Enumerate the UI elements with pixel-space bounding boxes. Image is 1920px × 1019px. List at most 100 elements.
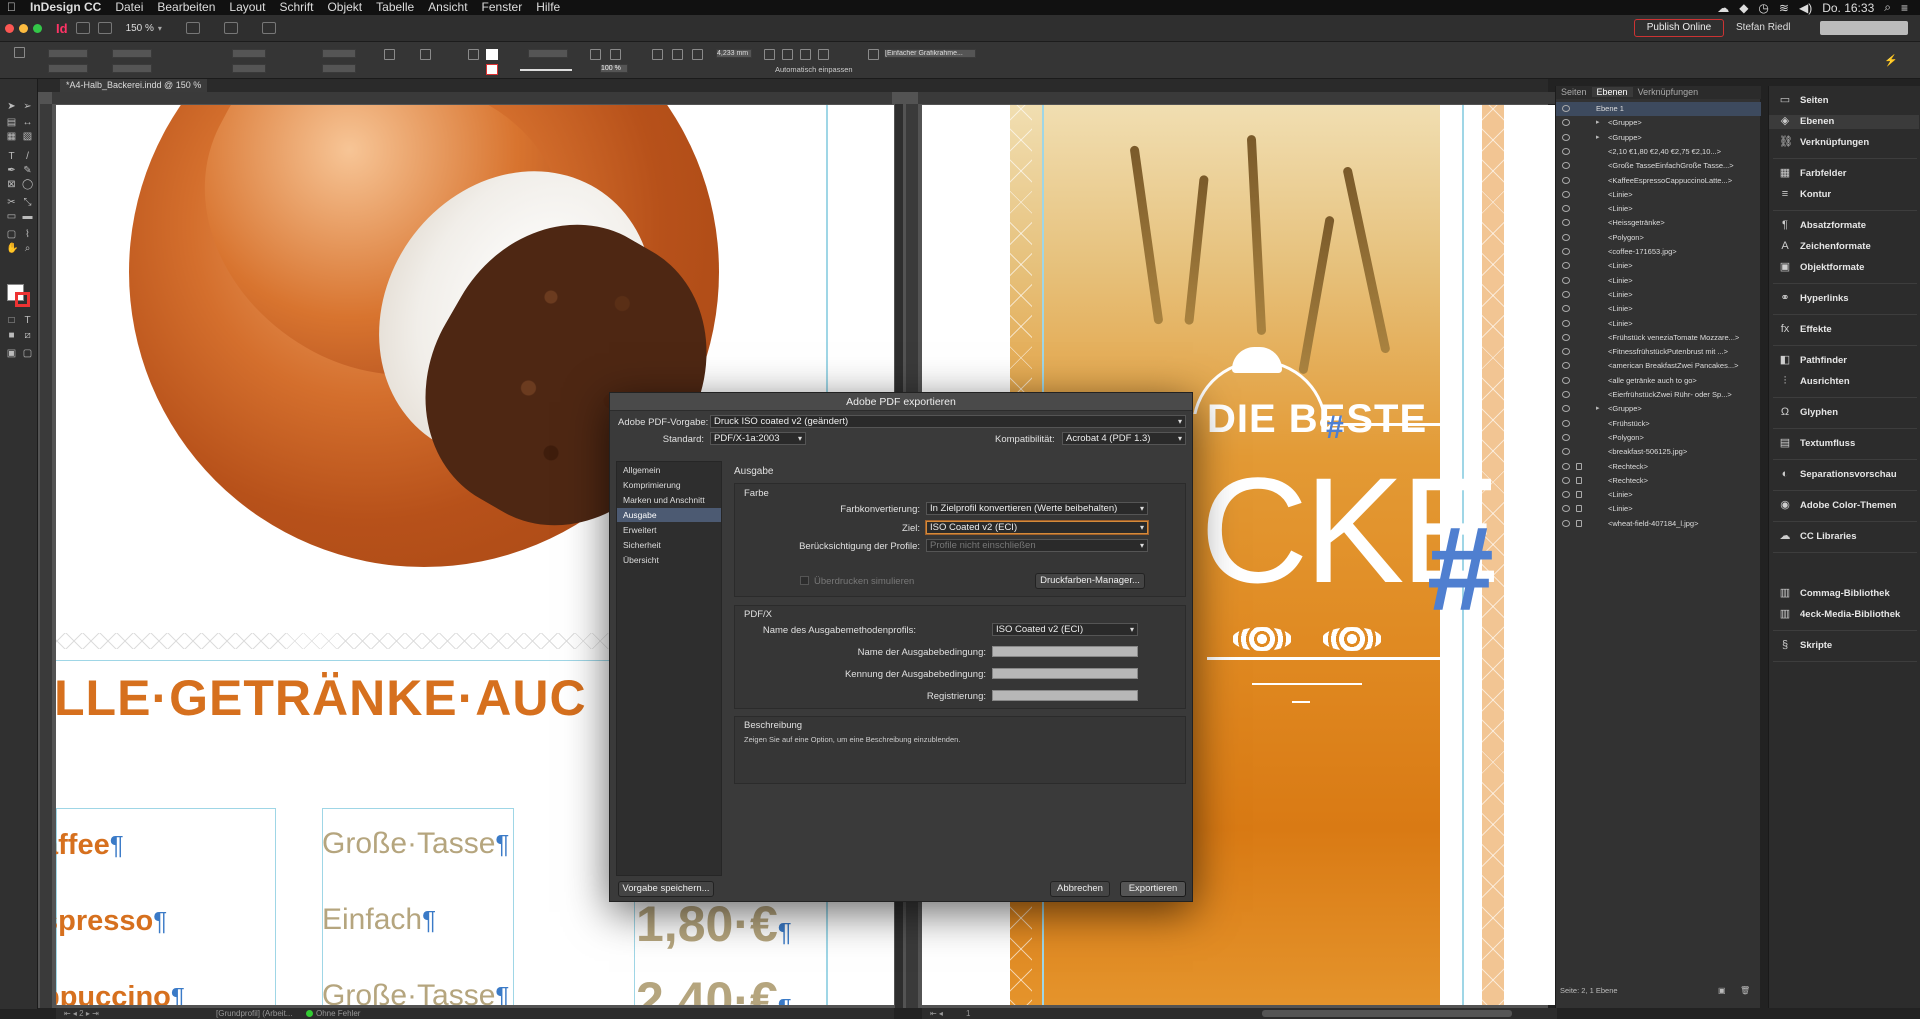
visibility-eye-icon[interactable] <box>1562 448 1570 456</box>
ink-manager-button[interactable]: Druckfarben-Manager... <box>1035 573 1145 589</box>
layer-item-row[interactable]: ▸ <Gruppe> <box>1556 402 1761 416</box>
preset-select[interactable]: Druck ISO coated v2 (geändert) <box>710 415 1186 428</box>
size-item-3[interactable]: Große·Tasse¶ <box>322 979 509 1005</box>
compat-select[interactable]: Acrobat 4 (PDF 1.3) <box>1062 432 1186 445</box>
panel-absatzformate[interactable]: ¶ Absatzformate <box>1779 219 1866 233</box>
size-item-2[interactable]: Einfach¶ <box>322 903 436 937</box>
view-mode-icon[interactable]: ▣ <box>6 348 17 359</box>
export-button[interactable]: Exportieren <box>1120 881 1186 897</box>
page-nav-icons-right[interactable]: ⇤ ◂ <box>930 1008 943 1019</box>
scale-x-field[interactable] <box>232 49 266 58</box>
visibility-eye-icon[interactable] <box>1562 505 1570 513</box>
notification-icon[interactable]: ≡ <box>1901 1 1908 15</box>
visibility-eye-icon[interactable] <box>1562 305 1570 313</box>
panel-verknüpfungen[interactable]: ⛓ Verknüpfungen <box>1779 136 1869 150</box>
opacity-field[interactable]: 100 % <box>600 64 628 73</box>
visibility-eye-icon[interactable] <box>1562 519 1570 527</box>
expand-triangle-icon[interactable]: ▸ <box>1596 402 1600 416</box>
visibility-eye-icon[interactable] <box>1562 190 1570 198</box>
panel-4eck-media-bibliothek[interactable]: ▥ 4eck-Media-Bibliothek <box>1779 608 1901 622</box>
expand-triangle-icon[interactable]: ▸ <box>1596 116 1600 130</box>
panel-textumfluss[interactable]: ▤ Textumfluss <box>1779 437 1855 451</box>
menu-item-1[interactable]: affee¶ <box>56 829 124 862</box>
pencil-tool-icon[interactable]: ✎ <box>22 165 33 176</box>
standard-select[interactable]: PDF/X-1a:2003 <box>710 432 806 445</box>
panel-adobe-color-themen[interactable]: ◉ Adobe Color-Themen <box>1779 499 1896 513</box>
align-icon-3[interactable] <box>800 49 811 60</box>
lock-icon[interactable] <box>1576 505 1582 513</box>
page-number-right[interactable]: 1 <box>966 1008 970 1019</box>
visibility-eye-icon[interactable] <box>1562 333 1570 341</box>
stroke-mm-field[interactable]: 4,233 mm <box>716 49 752 58</box>
layer-item-row[interactable]: <Linie> <box>1556 188 1761 202</box>
menu-schrift[interactable]: Schrift <box>272 0 320 15</box>
x-field[interactable] <box>48 49 88 58</box>
scale-y-field[interactable] <box>232 64 266 73</box>
cancel-button[interactable]: Abbrechen <box>1050 881 1110 897</box>
visibility-eye-icon[interactable] <box>1562 147 1570 155</box>
stroke-type-preview[interactable] <box>520 69 572 71</box>
expand-triangle-icon[interactable]: ▸ <box>1596 131 1600 145</box>
stroke-swatch[interactable] <box>486 64 498 75</box>
nav-komprimierung[interactable]: Komprimierung <box>617 478 721 492</box>
visibility-eye-icon[interactable] <box>1562 262 1570 270</box>
layer-item-row[interactable]: <Linie> <box>1556 317 1761 331</box>
time-machine-icon[interactable]: ◷ <box>1758 1 1768 15</box>
eyedropper-tool-icon[interactable]: ⌇ <box>22 229 33 240</box>
gradient-tool-icon[interactable]: ▭ <box>6 211 17 222</box>
clock[interactable]: Do. 16:33 <box>1822 1 1874 15</box>
selection-tool-icon[interactable]: ➤ <box>6 101 17 112</box>
minimize-window-button[interactable] <box>19 23 28 33</box>
hand-tool-icon[interactable]: ✋ <box>6 243 18 254</box>
menu-objekt[interactable]: Objekt <box>320 0 369 15</box>
visibility-eye-icon[interactable] <box>1562 162 1570 170</box>
preflight-profile[interactable]: [Grundprofil] (Arbeit... <box>216 1008 292 1019</box>
visibility-eye-icon[interactable] <box>1562 419 1570 427</box>
visibility-eye-icon[interactable] <box>1562 205 1570 213</box>
backerei-title[interactable]: CKEREI <box>1200 455 1557 605</box>
panel-kontur[interactable]: ≡ Kontur <box>1779 188 1831 202</box>
layer-item-row[interactable]: <Polygon> <box>1556 431 1761 445</box>
layer-item-row[interactable]: <Linie> <box>1556 488 1761 502</box>
panel-commag-bibliothek[interactable]: ▥ Commag-Bibliothek <box>1779 587 1890 601</box>
autofit-checkbox[interactable]: Automatisch einpassen <box>775 65 853 74</box>
layer-item-row[interactable]: <Linie> <box>1556 202 1761 216</box>
layer-item-row[interactable]: <breakfast-506125.jpg> <box>1556 445 1761 459</box>
volume-icon[interactable]: ◀) <box>1799 1 1812 15</box>
visibility-eye-icon[interactable] <box>1562 362 1570 370</box>
visibility-eye-icon[interactable] <box>1562 405 1570 413</box>
pen-tool-icon[interactable]: ✒ <box>6 165 17 176</box>
document-tab[interactable]: *A4-Halb_Backerei.indd @ 150 % <box>60 79 208 92</box>
zoom-level[interactable]: 150 % <box>126 23 154 34</box>
fill-swatch[interactable] <box>486 49 498 60</box>
horizontal-scrollbar[interactable] <box>1262 1010 1512 1017</box>
color-conversion-select[interactable]: In Zielprofil konvertieren (Werte beibeh… <box>926 502 1148 515</box>
direct-selection-tool-icon[interactable]: ➢ <box>22 101 33 112</box>
visibility-eye-icon[interactable] <box>1562 248 1570 255</box>
layer-item-row[interactable]: <FitnessfrühstückPutenbrust mit ...> <box>1556 345 1761 359</box>
scissors-tool-icon[interactable]: ✂ <box>6 197 17 208</box>
rectangle-frame-tool-icon[interactable]: ⊠ <box>6 179 17 190</box>
flip-icon[interactable] <box>420 49 431 60</box>
panel-cc-libraries[interactable]: ☁ CC Libraries <box>1779 530 1857 544</box>
align-icon-4[interactable] <box>818 49 829 60</box>
fitting-icon-3[interactable] <box>692 49 703 60</box>
formatting-text-icon[interactable]: T <box>22 315 33 326</box>
bridge-icon[interactable] <box>75 22 90 34</box>
size-item-1[interactable]: Große·Tasse¶ <box>322 827 509 861</box>
layer-item-row[interactable]: <Rechteck> <box>1556 474 1761 488</box>
output-condition-name-field[interactable] <box>992 646 1138 657</box>
app-menu[interactable]: InDesign CC <box>23 0 108 15</box>
preflight-status[interactable]: Ohne Fehler <box>316 1008 360 1019</box>
layer-item-row[interactable]: <Linie> <box>1556 259 1761 273</box>
layer-item-row[interactable]: <Linie> <box>1556 288 1761 302</box>
menu-hilfe[interactable]: Hilfe <box>529 0 567 15</box>
layer-item-row[interactable]: <wheat-field-407184_l.jpg> <box>1556 517 1761 531</box>
content-collector-icon[interactable]: ▦ <box>6 131 17 142</box>
panel-effekte[interactable]: fx Effekte <box>1779 323 1832 337</box>
gap-tool-icon[interactable]: ↔ <box>22 117 33 128</box>
layer-row[interactable]: Ebene 1 <box>1556 102 1761 116</box>
layer-item-row[interactable]: <EierfrühstückZwei Rühr- oder Sp...> <box>1556 388 1761 402</box>
user-name[interactable]: Stefan Riedl <box>1736 22 1790 33</box>
price-2[interactable]: 2,40·€¶ <box>636 971 792 1005</box>
